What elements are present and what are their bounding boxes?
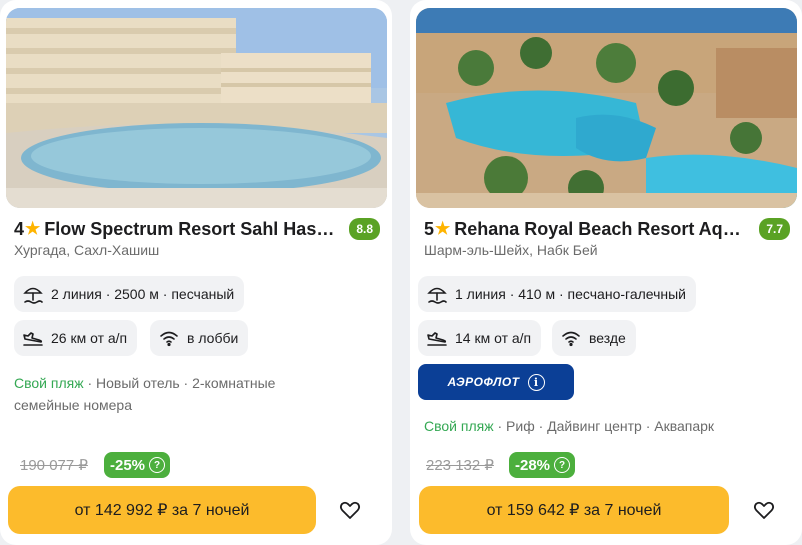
- beach-chip: 2 линия · 2500 м · песчаный: [14, 276, 245, 312]
- hotel-location: Шарм-эль-Шейх, Набк Бей: [424, 242, 598, 258]
- hotel-location: Хургада, Сахл-Хашиш: [14, 242, 160, 258]
- hotel-card[interactable]: 5★ Rehana Royal Beach Resort Aquapark & …: [410, 0, 802, 545]
- hotel-features: Свой пляж · Новый отель · 2-комнатные се…: [14, 372, 334, 416]
- wifi-icon: [158, 327, 180, 349]
- heart-icon: [339, 501, 361, 519]
- favorite-button[interactable]: [336, 496, 364, 524]
- favorite-button[interactable]: [750, 496, 778, 524]
- hotel-name[interactable]: Flow Spectrum Resort Sahl Hasheesh: [44, 219, 341, 240]
- price-button[interactable]: от 142 992 ₽ за 7 ночей: [8, 486, 316, 534]
- beach-info: 1 линия · 410 м · песчано-галечный: [455, 286, 687, 302]
- rating-badge: 8.8: [349, 218, 380, 240]
- hotel-title-row: 4 ★ Flow Spectrum Resort Sahl Hasheesh 8.…: [14, 216, 380, 242]
- feature-highlight: Свой пляж: [424, 418, 494, 434]
- wifi-info: везде: [589, 330, 626, 346]
- hotel-card[interactable]: 4 ★ Flow Spectrum Resort Sahl Hasheesh 8.…: [0, 0, 392, 545]
- feature-highlight: Свой пляж: [14, 375, 84, 391]
- heart-icon: [753, 501, 775, 519]
- hotel-features: Свой пляж · Риф · Дайвинг центр · Аквапа…: [424, 415, 744, 437]
- hotel-photo[interactable]: [416, 8, 797, 208]
- airline-logo: АЭРОФЛОТ: [447, 375, 520, 389]
- airport-chip: 14 км от а/п: [418, 320, 542, 356]
- discount-value: -28%: [515, 456, 551, 474]
- wifi-chip: в лобби: [150, 320, 249, 356]
- hotel-name[interactable]: Rehana Royal Beach Resort Aquapark & Spa: [454, 219, 751, 240]
- question-icon[interactable]: ?: [554, 457, 571, 473]
- hotel-title-row: 5★ Rehana Royal Beach Resort Aquapark & …: [424, 216, 790, 242]
- discount-badge[interactable]: -28% ?: [509, 452, 576, 478]
- airline-badge[interactable]: АЭРОФЛОТ i: [418, 364, 574, 400]
- airport-distance: 26 км от а/п: [51, 330, 128, 346]
- old-price: 223 132 ₽: [426, 457, 494, 474]
- discount-badge[interactable]: -25% ?: [104, 452, 171, 478]
- star-icon: ★: [435, 219, 451, 238]
- airport-chip: 26 км от а/п: [14, 320, 138, 356]
- wifi-chip: везде: [552, 320, 636, 356]
- discount-value: -25%: [110, 456, 146, 474]
- old-price: 190 077 ₽: [20, 457, 88, 474]
- beach-info: 2 линия · 2500 м · песчаный: [51, 286, 235, 302]
- info-icon[interactable]: i: [527, 373, 545, 391]
- rating-badge: 7.7: [759, 218, 790, 240]
- beach-chip: 1 линия · 410 м · песчано-галечный: [418, 276, 697, 312]
- wifi-info: в лобби: [187, 330, 239, 346]
- star-icon: ★: [25, 219, 41, 238]
- question-icon[interactable]: ?: [149, 457, 166, 473]
- airport-distance: 14 км от а/п: [455, 330, 532, 346]
- airplane-landing-icon: [22, 327, 44, 349]
- hotel-stars: 4 ★: [14, 218, 41, 239]
- beach-umbrella-icon: [426, 283, 448, 305]
- airplane-landing-icon: [426, 327, 448, 349]
- price-button[interactable]: от 159 642 ₽ за 7 ночей: [419, 486, 729, 534]
- hotel-photo[interactable]: [6, 8, 387, 208]
- feature-list: · Риф · Дайвинг центр · Аквапарк: [493, 418, 715, 434]
- wifi-icon: [560, 327, 582, 349]
- hotel-stars: 5 ★: [424, 218, 451, 239]
- beach-umbrella-icon: [22, 283, 44, 305]
